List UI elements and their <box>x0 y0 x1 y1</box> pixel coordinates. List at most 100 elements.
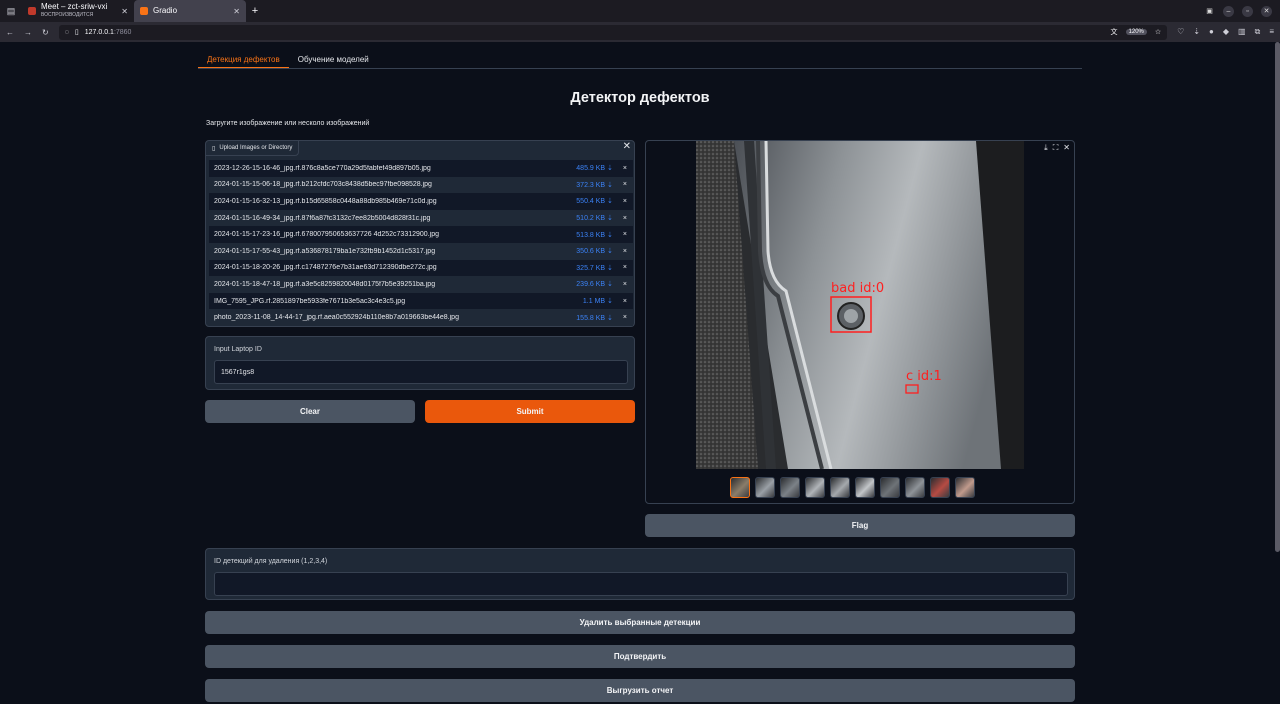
submit-button[interactable]: Submit <box>425 400 635 423</box>
result-gallery: ⤓ ⛶ ✕ bad id:0 c id:1 <box>645 140 1075 504</box>
extension-icon[interactable]: ◆ <box>1223 27 1229 37</box>
zoom-level[interactable]: 120% <box>1125 29 1147 35</box>
forward-icon[interactable]: → <box>24 28 32 37</box>
shield-icon[interactable]: ◌ <box>65 29 69 36</box>
file-list: 2023-12-26-15-16-46_jpg.rf.876c8a5ce770a… <box>209 160 633 326</box>
remove-file-icon[interactable]: × <box>623 198 627 205</box>
file-size-download-link[interactable]: 350.6 KB ⇣ <box>565 247 613 255</box>
tab-subtitle: ВОСПРОИЗВОДИТСЯ <box>41 12 94 18</box>
pocket-icon[interactable]: ♡ <box>1177 27 1184 37</box>
gallery-thumbnail[interactable] <box>855 477 875 498</box>
file-name: 2023-12-26-15-16-46_jpg.rf.876c8a5ce770a… <box>214 164 431 172</box>
gallery-thumbnail[interactable] <box>880 477 900 498</box>
browser-tab-meet[interactable]: Meet – zct-sriw-vxi ВОСПРОИЗВОДИТСЯ ✕ <box>22 0 134 22</box>
remove-file-icon[interactable]: × <box>623 181 627 188</box>
clear-files-icon[interactable]: ✕ <box>623 141 631 152</box>
close-tab-icon[interactable]: ✕ <box>233 7 240 16</box>
file-size-download-link[interactable]: 239.6 KB ⇣ <box>565 280 613 288</box>
remove-file-icon[interactable]: × <box>623 231 627 238</box>
gallery-thumbnail[interactable] <box>755 477 775 498</box>
close-window-icon[interactable]: ✕ <box>1261 5 1272 17</box>
file-size-download-link[interactable]: 550.4 KB ⇣ <box>565 197 613 205</box>
back-icon[interactable]: ← <box>6 28 14 37</box>
remove-file-icon[interactable]: × <box>623 281 627 288</box>
file-size-download-link[interactable]: 372.3 KB ⇣ <box>565 181 613 189</box>
gallery-thumbnail[interactable] <box>905 477 925 498</box>
delete-ids-block: ID детекций для удаления (1,2,3,4) <box>205 548 1075 600</box>
remove-file-icon[interactable]: × <box>623 298 627 305</box>
detection-image-canvas: bad id:0 c id:1 <box>696 141 1024 469</box>
downloads-icon[interactable]: ⇣ <box>1193 27 1200 37</box>
file-row: IMG_7595_JPG.rf.2851897be5933fe7671b3e5a… <box>209 292 633 310</box>
file-row: 2024-01-15-17-23-16_jpg.rf.6780079506536… <box>209 226 633 243</box>
file-size-download-link[interactable]: 155.8 KB ⇣ <box>565 314 613 322</box>
detection-label: bad id:0 <box>831 281 884 296</box>
reload-icon[interactable]: ↻ <box>42 28 49 37</box>
page-icon: ▯ <box>74 29 79 36</box>
file-row: 2024-01-15-16-32-13_jpg.rf.b15d65858c044… <box>209 193 633 210</box>
export-report-button[interactable]: Выгрузить отчет <box>205 679 1075 702</box>
remove-file-icon[interactable]: × <box>623 264 627 271</box>
tab-list-icon[interactable]: ▤ <box>0 0 22 22</box>
gallery-thumbnail[interactable] <box>805 477 825 498</box>
file-row: 2024-01-15-17-55-43_jpg.rf.a536878179ba1… <box>209 242 633 260</box>
account-icon[interactable]: ● <box>1209 27 1214 37</box>
restore-icon[interactable]: ▫ <box>1242 5 1253 17</box>
gallery-thumbnail[interactable] <box>730 477 750 498</box>
close-tab-icon[interactable]: ✕ <box>121 7 128 16</box>
file-upload-panel: ▯ Upload Images or Directory ✕ 2023-12-2… <box>205 140 635 327</box>
gallery-thumbnail[interactable] <box>955 477 975 498</box>
file-size-download-link[interactable]: 325.7 KB ⇣ <box>565 264 613 272</box>
remove-file-icon[interactable]: × <box>623 314 627 321</box>
tab-title: Gradio <box>153 7 178 15</box>
file-name: photo_2023-11-08_14-44-17_jpg.rf.aea0c55… <box>214 314 459 322</box>
meet-favicon-icon <box>28 7 36 15</box>
bookmark-star-icon[interactable]: ☆ <box>1155 28 1161 36</box>
file-row: 2024-01-15-18-47-18_jpg.rf.a3e5c82598200… <box>209 276 633 293</box>
gallery-thumbnail[interactable] <box>930 477 950 498</box>
delete-ids-label: ID детекций для удаления (1,2,3,4) <box>214 558 328 565</box>
extensions-puzzle-icon[interactable]: ⧉ <box>1255 27 1261 37</box>
gallery-thumbnail[interactable] <box>780 477 800 498</box>
delete-ids-input[interactable] <box>214 572 1068 596</box>
tab-overview-icon[interactable]: ▣ <box>1204 6 1215 17</box>
gradio-page: Детекция дефектов Обучение моделей Детек… <box>0 42 1275 704</box>
url-bar[interactable]: ◌ ▯ 127.0.0.1:7860 文 120% ☆ <box>58 24 1168 40</box>
fullscreen-icon[interactable]: ⛶ <box>1053 143 1059 153</box>
file-size-download-link[interactable]: 510.2 KB ⇣ <box>565 214 613 222</box>
file-name: 2024-01-15-17-23-16_jpg.rf.6780079506536… <box>214 231 439 239</box>
page-subtitle: Загругите изображение или несколо изобра… <box>206 120 370 127</box>
remove-file-icon[interactable]: × <box>623 165 627 172</box>
browser-tab-gradio[interactable]: Gradio ✕ <box>134 0 246 22</box>
laptop-id-input[interactable]: 1567r1gs8 <box>214 360 628 384</box>
remove-file-icon[interactable]: × <box>623 215 627 222</box>
translate-icon[interactable]: 文 <box>1111 27 1118 37</box>
extension-icon[interactable]: ▥ <box>1238 27 1246 37</box>
flag-button[interactable]: Flag <box>645 514 1075 537</box>
delete-detections-button[interactable]: Удалить выбранные детекции <box>205 611 1075 634</box>
page-scrollbar[interactable] <box>1275 42 1280 552</box>
file-size-download-link[interactable]: 485.9 KB ⇣ <box>565 164 613 172</box>
new-tab-button[interactable]: + <box>246 0 264 22</box>
menu-icon[interactable]: ≡ <box>1269 27 1274 37</box>
file-row: 2024-01-15-15-06-18_jpg.rf.b212cfdc703c8… <box>209 176 633 194</box>
detection-image[interactable]: bad id:0 c id:1 <box>696 141 1024 469</box>
file-size-download-link[interactable]: 1.1 MB ⇣ <box>565 297 613 305</box>
confirm-button[interactable]: Подтвердить <box>205 645 1075 668</box>
page-title: Детектор дефектов <box>570 90 710 106</box>
file-row: photo_2023-11-08_14-44-17_jpg.rf.aea0c55… <box>209 309 633 326</box>
close-icon[interactable]: ✕ <box>1063 143 1070 153</box>
gallery-thumbnail[interactable] <box>830 477 850 498</box>
file-name: 2024-01-15-17-55-43_jpg.rf.a536878179ba1… <box>214 247 436 255</box>
download-icon[interactable]: ⤓ <box>1044 143 1048 153</box>
tab-defect-detection[interactable]: Детекция дефектов <box>198 52 289 68</box>
file-name: IMG_7595_JPG.rf.2851897be5933fe7671b3e5a… <box>214 297 406 305</box>
app-tabs: Детекция дефектов Обучение моделей <box>198 52 1082 69</box>
remove-file-icon[interactable]: × <box>623 248 627 255</box>
file-row: 2024-01-15-18-20-26_jpg.rf.c17487276e7b3… <box>209 259 633 277</box>
url-text: 127.0.0.1:7860 <box>84 28 132 36</box>
file-size-download-link[interactable]: 513.8 KB ⇣ <box>565 231 613 239</box>
clear-button[interactable]: Clear <box>205 400 415 423</box>
tab-model-training[interactable]: Обучение моделей <box>289 52 378 68</box>
minimize-icon[interactable]: – <box>1223 5 1234 17</box>
